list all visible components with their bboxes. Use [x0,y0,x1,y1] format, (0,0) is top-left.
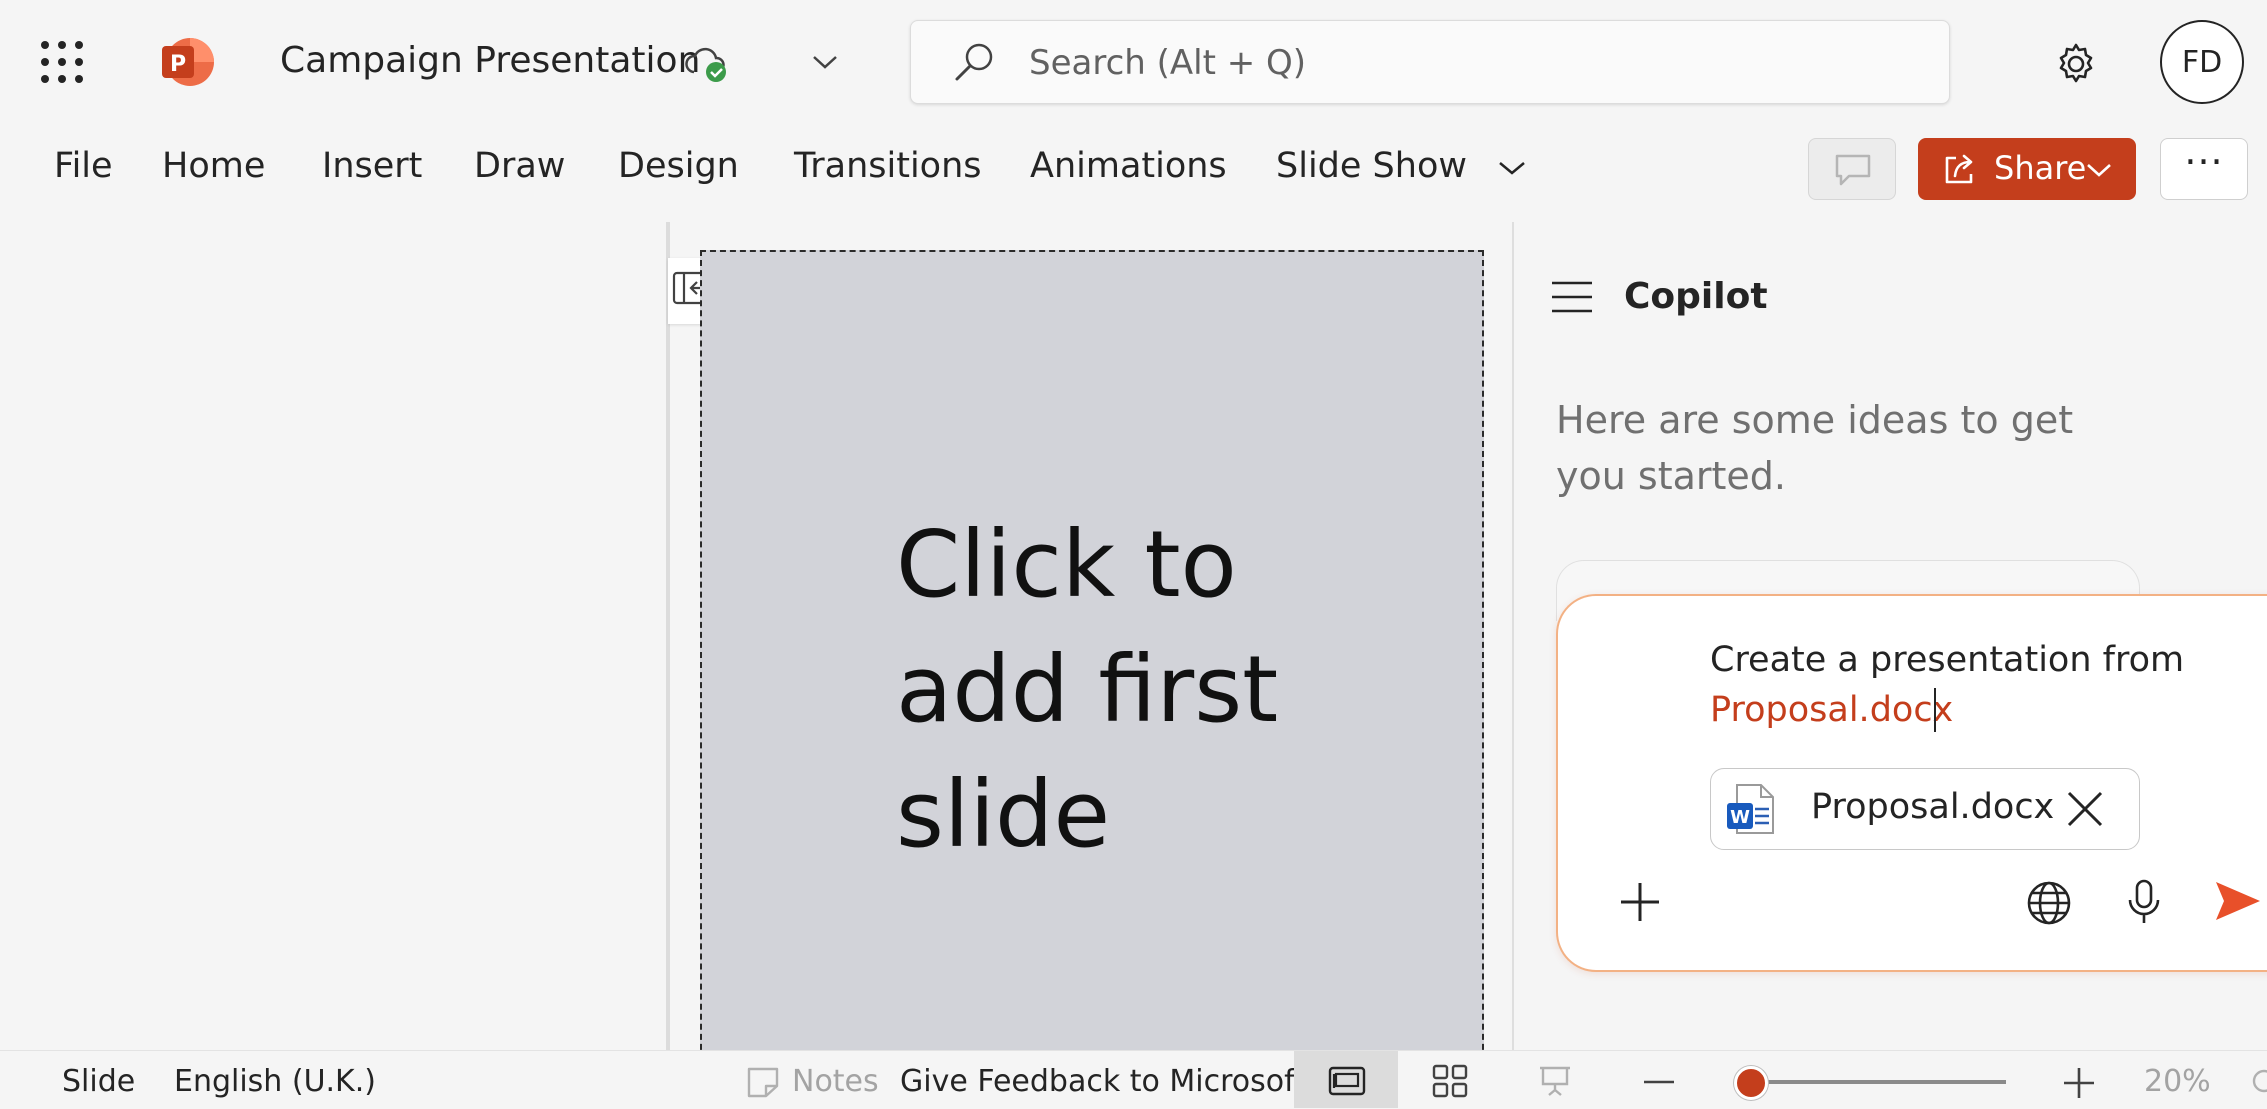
tab-animations[interactable]: Animations [1030,146,1227,186]
tab-home[interactable]: Home [162,146,265,186]
notes-button[interactable]: Notes [792,1064,879,1099]
powerpoint-logo-icon[interactable]: P [160,36,216,88]
settings-gear-icon[interactable] [2054,42,2098,86]
zoom-slider-track[interactable] [1748,1080,2006,1084]
tab-insert[interactable]: Insert [322,146,422,186]
microphone-icon[interactable] [2126,878,2162,926]
more-options-button[interactable]: ··· [2160,138,2248,200]
send-icon[interactable] [2212,876,2262,926]
language-indicator[interactable]: English (U.K.) [174,1064,376,1099]
title-dropdown-chevron-icon[interactable] [812,54,838,70]
zoom-slider-thumb[interactable] [1734,1066,1768,1100]
share-chevron-down-icon [2086,162,2112,178]
thumbnail-pane-border [666,222,670,1050]
svg-text:P: P [170,52,186,77]
user-avatar[interactable]: FD [2160,20,2244,104]
fit-to-window-icon[interactable] [2248,1066,2267,1096]
zoom-out-icon[interactable] [1642,1072,1676,1092]
share-label: Share [1994,149,2087,187]
attachment-chip[interactable]: W Proposal.docx [1710,768,2140,850]
more-tabs-chevron-icon[interactable] [1498,160,1526,176]
slide-indicator: Slide [62,1064,136,1099]
prompt-file-reference[interactable]: Proposal.docx [1710,690,1953,730]
comment-icon [1833,153,1873,187]
cloud-saved-icon[interactable] [684,42,730,84]
document-title[interactable]: Campaign Presentation [280,40,700,81]
notes-icon[interactable] [746,1066,780,1098]
zoom-level[interactable]: 20% [2144,1064,2211,1099]
remove-attachment-icon[interactable] [2063,787,2107,831]
normal-view-icon [1328,1066,1366,1096]
svg-text:W: W [1730,807,1750,828]
copilot-hint-text: Here are some ideas to get you started. [1556,398,2074,498]
copilot-title: Copilot [1624,276,1768,317]
presenter-view-icon[interactable] [1538,1064,1572,1098]
share-icon [1942,152,1978,186]
copilot-pane-divider [1512,222,1514,1050]
comments-button[interactable] [1808,138,1896,200]
feedback-link[interactable]: Give Feedback to Microsoft [900,1064,1306,1099]
zoom-in-icon[interactable] [2062,1066,2096,1100]
tab-transitions[interactable]: Transitions [794,146,982,186]
search-icon [953,41,995,83]
attachment-file-name: Proposal.docx [1811,787,2055,827]
prompt-text[interactable]: Create a presentation from [1710,640,2184,680]
app-launcher-icon[interactable] [40,40,84,84]
search-input[interactable] [1027,35,1911,91]
web-globe-icon[interactable] [2026,880,2072,926]
add-plus-icon[interactable] [1618,880,1662,924]
search-box[interactable] [910,20,1950,104]
text-caret [1934,688,1936,732]
slide-placeholder-text[interactable]: Click to add first slide [896,502,1456,877]
slide-sorter-icon[interactable] [1432,1064,1468,1098]
tab-draw[interactable]: Draw [474,146,565,186]
tab-file[interactable]: File [54,146,113,186]
copilot-menu-icon[interactable] [1550,280,1594,314]
share-button[interactable]: Share [1918,138,2136,200]
word-document-icon: W [1723,781,1779,837]
tab-slide-show[interactable]: Slide Show [1276,146,1467,186]
tab-design[interactable]: Design [618,146,739,186]
